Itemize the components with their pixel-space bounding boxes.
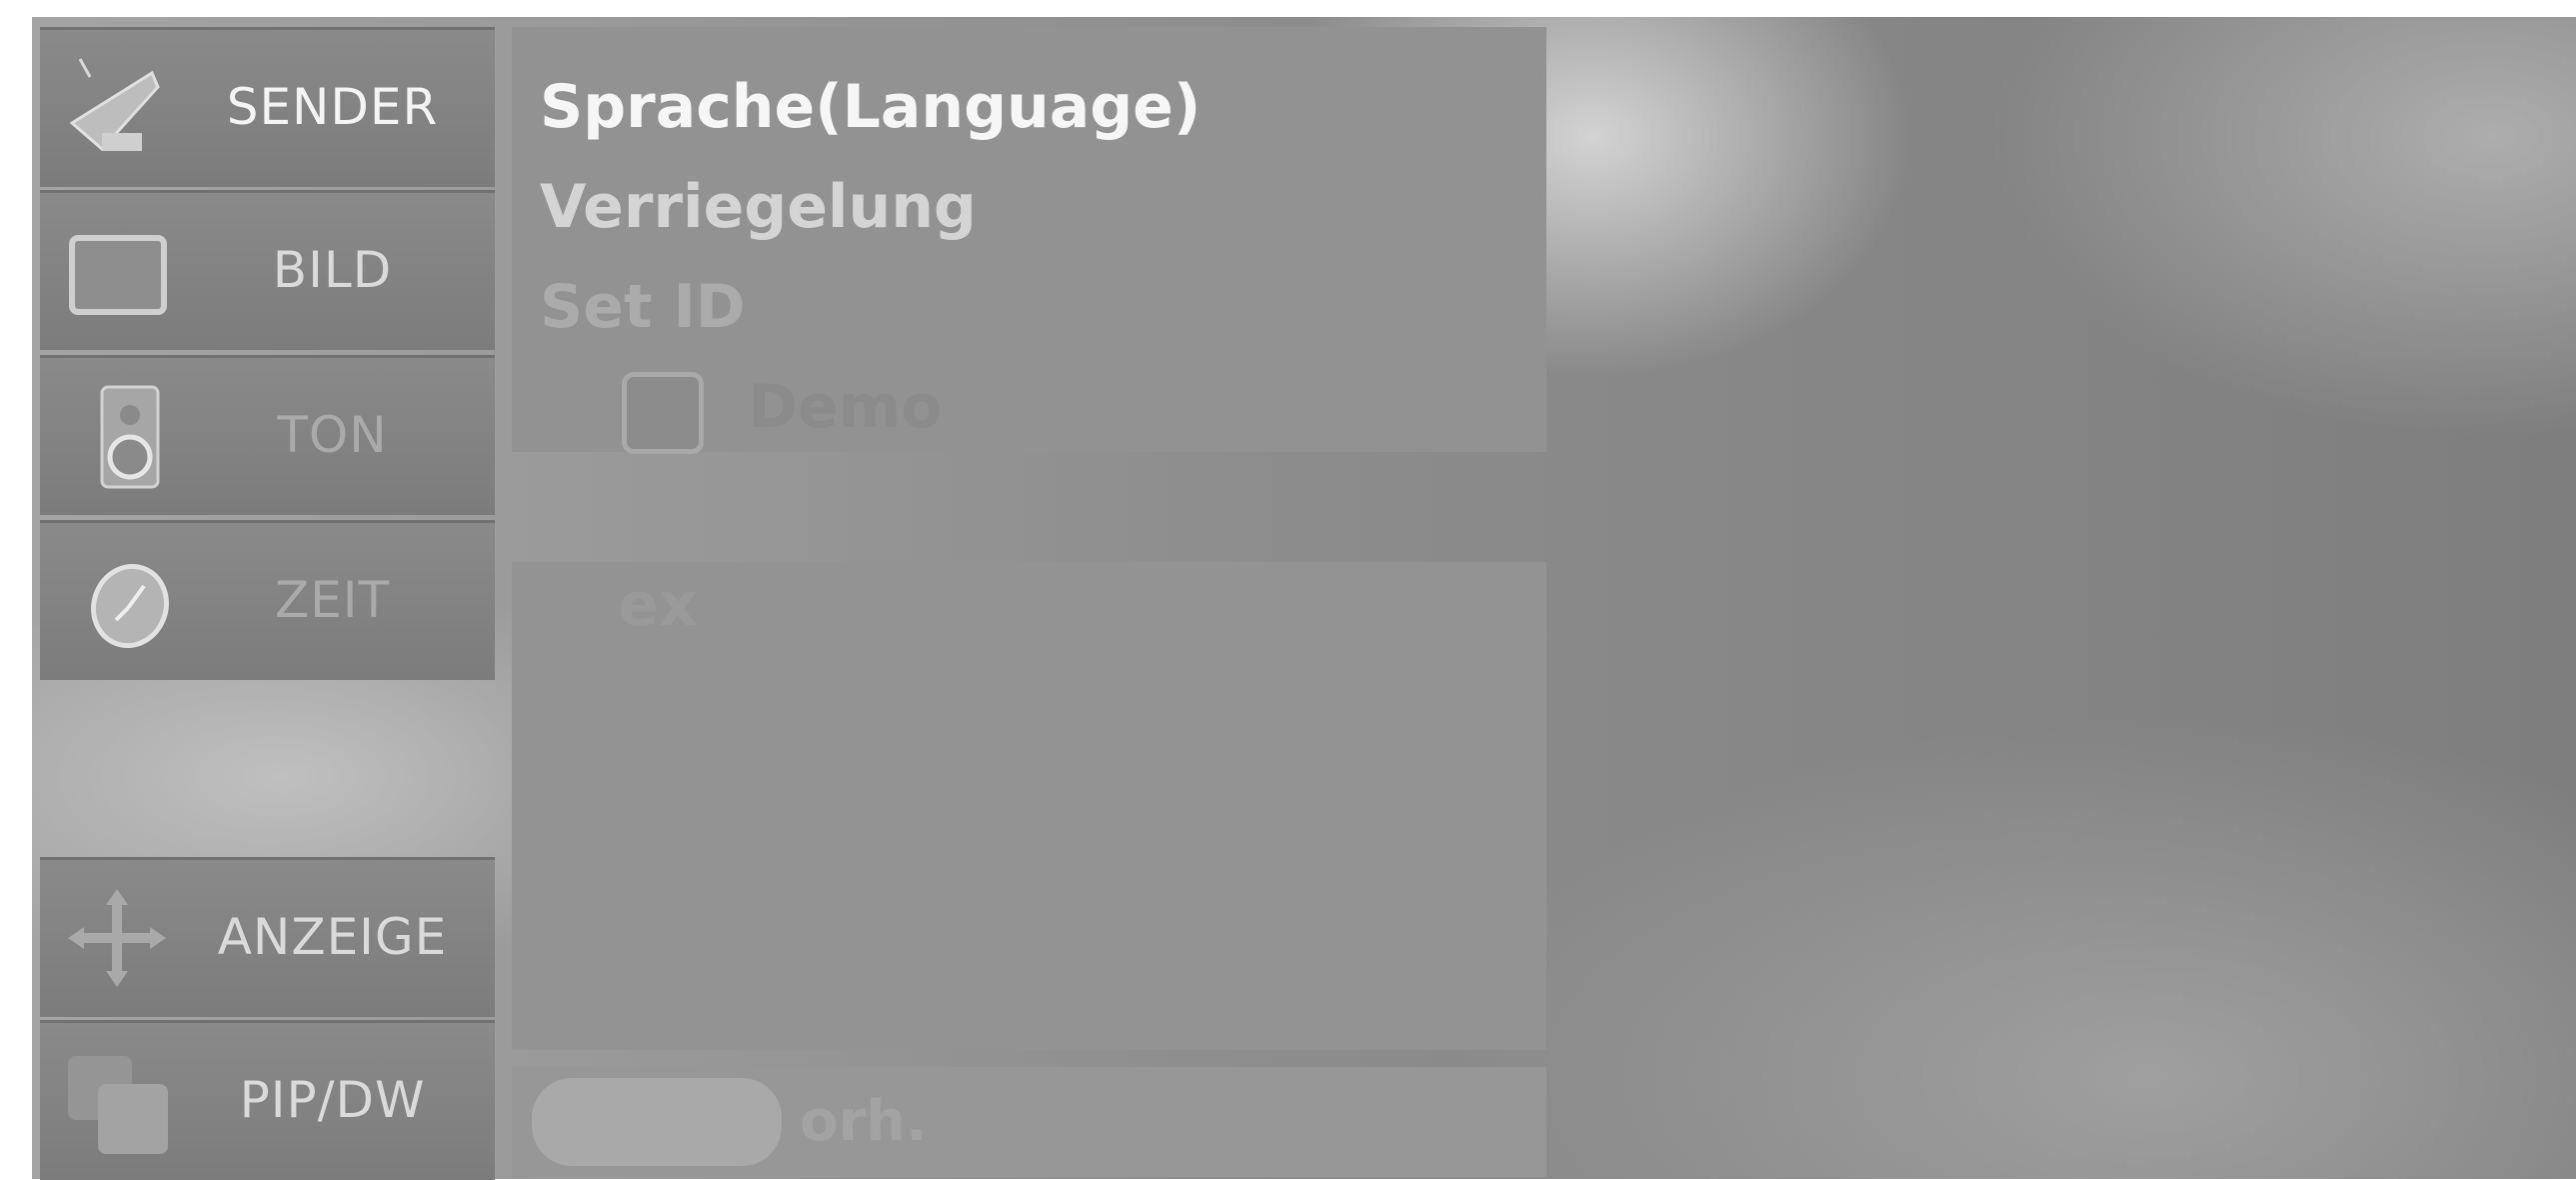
move-arrows-icon	[68, 889, 166, 987]
menu-item-label: SENDER	[226, 78, 439, 136]
menu-item-anzeige[interactable]: ANZEIGE	[40, 857, 495, 1017]
menu-item-sender[interactable]: SENDER	[40, 27, 495, 187]
submenu-item-verriegelung[interactable]: Verriegelung	[540, 162, 977, 252]
checkbox-icon[interactable]	[622, 372, 704, 454]
menu-item-label: BILD	[272, 241, 393, 299]
menu-item-pip-dw[interactable]: PIP/DW	[40, 1020, 495, 1180]
screen-icon	[69, 235, 167, 315]
menu-item-bild[interactable]: BILD	[40, 190, 495, 350]
satellite-dish-icon	[69, 58, 160, 152]
submenu-partial-label: ex	[618, 570, 698, 640]
speaker-icon	[100, 385, 160, 489]
menu-item-label: TON	[277, 406, 388, 464]
submenu-item-language[interactable]: Sprache(Language)	[540, 62, 1201, 152]
menu-item-label: ANZEIGE	[217, 908, 448, 966]
submenu-item-set-id[interactable]: Set ID	[540, 262, 746, 352]
menu-item-label: PIP/DW	[239, 1071, 426, 1129]
menu-item-label: ZEIT	[274, 571, 391, 629]
menu-item-zeit[interactable]: ZEIT	[40, 520, 495, 680]
menu-key-pill	[532, 1078, 782, 1166]
menu-item-ton[interactable]: TON	[40, 355, 495, 515]
clock-icon	[91, 563, 169, 649]
submenu-item-demo[interactable]: Demo	[748, 362, 942, 452]
pip-windows-icon	[68, 1056, 168, 1154]
close-hint-label: orh.	[800, 1089, 928, 1154]
